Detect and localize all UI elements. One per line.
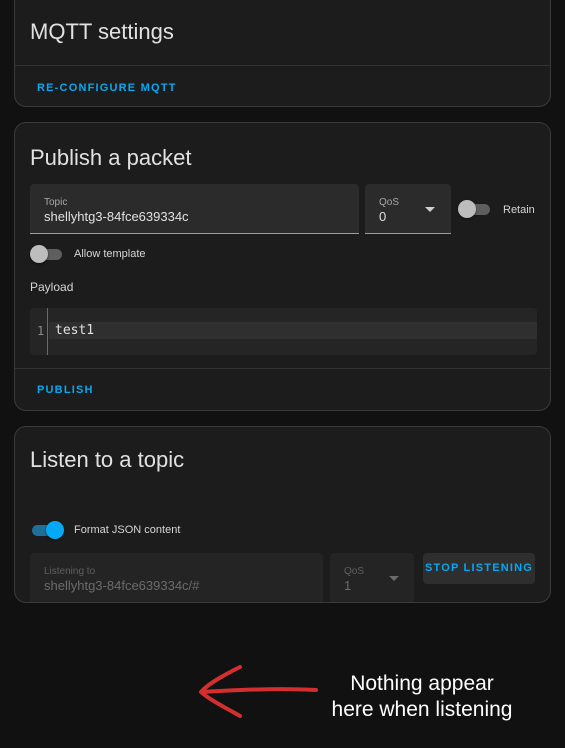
card-divider	[15, 65, 550, 66]
listening-topic-input[interactable]: Listening to shellyhtg3-84fce639334c/#	[30, 553, 323, 603]
format-json-toggle[interactable]	[30, 520, 64, 540]
card-divider	[15, 368, 550, 369]
retain-label: Retain	[503, 204, 535, 216]
qos-value: 0	[379, 209, 387, 224]
listening-to-label: Listening to	[44, 566, 96, 577]
format-json-label: Format JSON content	[74, 524, 181, 536]
topic-label: Topic	[44, 197, 68, 208]
stop-listening-button[interactable]: STOP LISTENING	[423, 553, 535, 584]
editor-gutter: 1	[30, 308, 48, 355]
arrow-path	[199, 665, 318, 718]
chevron-down-icon	[425, 207, 435, 212]
topic-value: shellyhtg3-84fce639334c	[44, 209, 189, 224]
allow-template-toggle[interactable]	[30, 244, 64, 264]
publish-title: Publish a packet	[30, 145, 192, 170]
payload-editor[interactable]: 1 test1	[30, 308, 537, 355]
listen-qos-select[interactable]: QoS 1	[330, 553, 414, 603]
publish-qos-select[interactable]: QoS 0	[365, 184, 451, 234]
payload-label: Payload	[30, 280, 74, 294]
listen-title: Listen to a topic	[30, 447, 185, 472]
allow-template-label: Allow template	[74, 248, 146, 260]
listen-card: Listen to a topic Format JSON content Li…	[14, 426, 551, 603]
annotation-line-1: Nothing appear	[350, 672, 494, 695]
chevron-down-icon	[389, 576, 399, 581]
topic-input[interactable]: Topic shellyhtg3-84fce639334c	[30, 184, 359, 234]
annotation-text: Nothing appear here when listening	[312, 671, 532, 723]
reconfigure-mqtt-button[interactable]: RE-CONFIGURE MQTT	[37, 82, 177, 94]
publish-card: Publish a packet Topic shellyhtg3-84fce6…	[14, 122, 551, 411]
publish-button[interactable]: PUBLISH	[37, 384, 94, 396]
listening-to-value: shellyhtg3-84fce639334c/#	[44, 578, 200, 593]
red-arrow-annotation	[199, 665, 318, 718]
retain-toggle[interactable]	[458, 199, 492, 219]
qos-label: QoS	[379, 197, 400, 208]
line-number: 1	[37, 324, 45, 338]
qos-value: 1	[344, 578, 352, 593]
annotation-line-2: here when listening	[331, 698, 513, 721]
qos-label: QoS	[344, 566, 365, 577]
mqtt-settings-title: MQTT settings	[30, 19, 174, 44]
active-line-highlight	[49, 322, 537, 339]
payload-text: test1	[55, 323, 95, 338]
mqtt-settings-card: MQTT settings RE-CONFIGURE MQTT	[14, 0, 551, 107]
